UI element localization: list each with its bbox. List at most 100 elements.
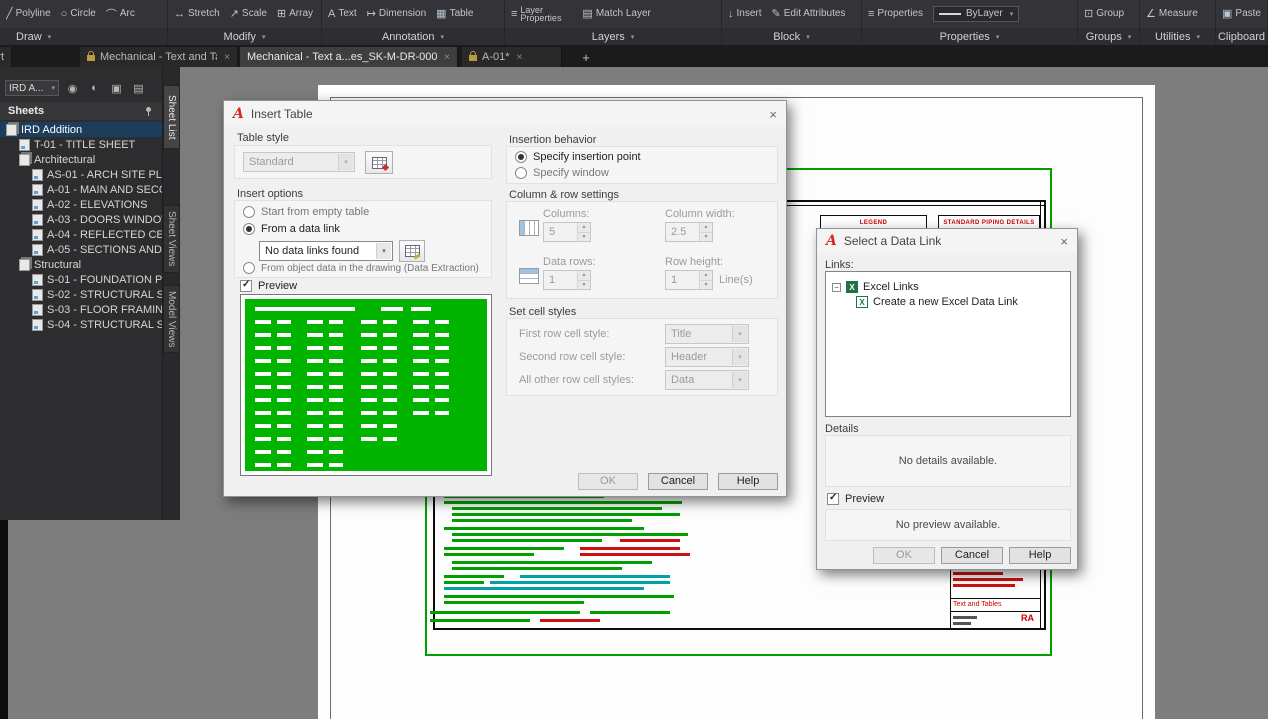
side-tab-sheet-list[interactable]: Sheet List	[163, 85, 180, 149]
ribbon-tool-table[interactable]: ▦ Table	[436, 7, 473, 20]
excel-links-node[interactable]: − X Excel Links	[832, 280, 1066, 294]
tree-item[interactable]: Structural	[0, 257, 162, 272]
spin-down-icon[interactable]: ▼	[578, 232, 590, 241]
ribbon-tool-edit-attributes[interactable]: ✎ Edit Attributes	[772, 7, 846, 20]
columns-stepper[interactable]: 5 ▲ ▼	[543, 222, 591, 242]
spin-down-icon[interactable]: ▼	[578, 280, 590, 289]
ribbon-tool-dimension[interactable]: ↦ Dimension	[367, 7, 426, 20]
tree-item[interactable]: S-03 - FLOOR FRAMING PLAN	[0, 302, 162, 317]
launch-data-link-manager-button[interactable]	[399, 240, 425, 262]
ribbon-panel-label-draw[interactable]: Draw ▾	[0, 29, 167, 44]
ribbon-tool-text[interactable]: A Text	[328, 8, 357, 20]
file-tab[interactable]: A-01* ×	[462, 47, 562, 67]
tree-item[interactable]: A-02 - ELEVATIONS	[0, 197, 162, 212]
help-button[interactable]: Help	[1009, 547, 1071, 564]
radio-from-data-link[interactable]: From a data link	[243, 223, 340, 235]
ok-button[interactable]: OK	[873, 547, 935, 564]
close-icon[interactable]: ×	[769, 107, 777, 122]
sheet-set-selector[interactable]: IRD A... ▾	[5, 80, 59, 96]
ok-button[interactable]: OK	[578, 473, 638, 490]
second-row-style-select[interactable]: Header ▾	[665, 347, 749, 367]
help-button[interactable]: Help	[718, 473, 778, 490]
ribbon-tool-stretch[interactable]: ↔ Stretch	[174, 8, 220, 20]
ssm-refresh-icon[interactable]: ◉	[64, 80, 81, 96]
cancel-button[interactable]: Cancel	[648, 473, 708, 490]
dialog-titlebar[interactable]: A Insert Table ×	[224, 101, 786, 127]
ribbon-tool-match-layer[interactable]: ▤ Match Layer	[582, 7, 650, 20]
ribbon-tool-group[interactable]: ⊡ Group	[1084, 7, 1124, 20]
ssm-publish-icon[interactable]: ▣	[108, 80, 125, 96]
column-width-stepper[interactable]: 2.5 ▲ ▼	[665, 222, 713, 242]
ribbon-panel-label-clipboard[interactable]: Clipboard	[1216, 29, 1267, 44]
ssm-options-icon[interactable]: ▤	[130, 80, 147, 96]
radio-specify-window[interactable]: Specify window	[515, 167, 609, 179]
ribbon-tool-polyline[interactable]: ╱ Polyline	[6, 7, 51, 20]
spin-down-icon[interactable]: ▼	[700, 280, 712, 289]
close-icon[interactable]: ×	[1060, 234, 1068, 249]
ribbon-panel-label-utilities[interactable]: Utilities ▾	[1140, 29, 1215, 44]
spin-up-icon[interactable]: ▲	[578, 223, 590, 233]
tree-item[interactable]: S-01 - FOUNDATION PLAN	[0, 272, 162, 287]
preview-checkbox[interactable]: Preview	[827, 492, 884, 505]
tree-item[interactable]: A-01 - MAIN AND SECOND	[0, 182, 162, 197]
tree-item[interactable]: AS-01 - ARCH SITE PLAN	[0, 167, 162, 182]
create-excel-link-node[interactable]: X Create a new Excel Data Link	[832, 295, 1066, 309]
file-tab[interactable]: Mechanical - Text a...es_SK-M-DR-0001-RA…	[240, 47, 458, 67]
launch-table-style-dialog-button[interactable]	[365, 151, 393, 174]
ribbon-panel-label-properties[interactable]: Properties ▾	[862, 29, 1077, 44]
ribbon-panel-label-annotation[interactable]: Annotation ▾	[322, 29, 504, 44]
dialog-titlebar[interactable]: A Select a Data Link ×	[817, 229, 1077, 253]
spin-down-icon[interactable]: ▼	[700, 232, 712, 241]
ribbon-tool-arc[interactable]: ⌒ Arc	[106, 6, 135, 22]
note-line	[520, 575, 670, 578]
spin-up-icon[interactable]: ▲	[700, 223, 712, 233]
close-tab-icon[interactable]: ×	[517, 52, 523, 63]
ribbon-tool-bylayer[interactable]: ByLayer ▾	[933, 5, 1020, 22]
radio-insertion-point[interactable]: Specify insertion point	[515, 151, 641, 163]
ribbon-panel-label-layers[interactable]: Layers ▾	[505, 29, 721, 44]
ribbon-tool-array[interactable]: ⊞ Array	[277, 7, 313, 20]
ribbon-panel-label-block[interactable]: Block ▾	[722, 29, 861, 44]
ribbon-tool-insert[interactable]: ↓ Insert	[728, 8, 762, 20]
cancel-button[interactable]: Cancel	[941, 547, 1003, 564]
file-tab[interactable]: Mechanical - Text and Tables* ×	[80, 47, 238, 67]
tree-item[interactable]: T-01 - TITLE SHEET	[0, 137, 162, 152]
ribbon-tool-properties[interactable]: ≡ Properties	[868, 8, 923, 20]
ssm-eye-icon[interactable]: ◐	[86, 80, 103, 96]
ribbon-panel-label-groups[interactable]: Groups ▾	[1078, 29, 1139, 44]
preview-cell-bar	[255, 424, 271, 428]
sheet-set-manager: IRD A... ▾ ◉ ◐ ▣ ▤ Sheets IRD Addition T-…	[0, 67, 163, 520]
preview-checkbox[interactable]: Preview	[240, 279, 297, 292]
data-rows-stepper[interactable]: 1 ▲ ▼	[543, 270, 591, 290]
file-tab[interactable]: Start	[0, 47, 12, 67]
ribbon-tool-paste[interactable]: ▣ Paste	[1222, 7, 1261, 20]
tree-item[interactable]: S-02 - STRUCTURAL SECTIONS	[0, 287, 162, 302]
tree-item[interactable]: A-04 - REFLECTED CEILING	[0, 227, 162, 242]
tree-item[interactable]: IRD Addition	[0, 122, 162, 137]
tree-item[interactable]: A-03 - DOORS WINDOWS	[0, 212, 162, 227]
new-tab-button[interactable]: +	[576, 47, 596, 67]
radio-from-object-data[interactable]: From object data in the drawing (Data Ex…	[243, 262, 479, 274]
tree-item[interactable]: S-04 - STRUCTURAL SECTIONS	[0, 317, 162, 332]
spin-up-icon[interactable]: ▲	[578, 271, 590, 281]
ribbon-panel-label-modify[interactable]: Modify ▾	[168, 29, 321, 44]
collapse-icon[interactable]: −	[832, 282, 841, 292]
spin-up-icon[interactable]: ▲	[700, 271, 712, 281]
side-tab-sheet-views[interactable]: Sheet Views	[163, 205, 180, 273]
data-link-select[interactable]: No data links found ▾	[259, 241, 393, 261]
tree-item[interactable]: A-05 - SECTIONS AND DETAILS	[0, 242, 162, 257]
tree-item[interactable]: Architectural	[0, 152, 162, 167]
other-rows-style-select[interactable]: Data ▾	[665, 370, 749, 390]
side-tab-model-views[interactable]: Model Views	[163, 285, 180, 353]
ribbon-tool-circle[interactable]: ○ Circle	[61, 8, 96, 20]
close-tab-icon[interactable]: ×	[444, 52, 450, 63]
ribbon-tool-layer-properties[interactable]: ≡ Layer Properties	[511, 5, 572, 22]
ribbon-tool-scale[interactable]: ↗ Scale	[230, 7, 267, 20]
row-height-stepper[interactable]: 1 ▲ ▼	[665, 270, 713, 290]
close-tab-icon[interactable]: ×	[224, 52, 230, 63]
pin-icon[interactable]	[144, 106, 154, 116]
radio-start-empty[interactable]: Start from empty table	[243, 206, 369, 218]
ribbon-tool-measure[interactable]: ∠ Measure	[1146, 7, 1198, 20]
first-row-style-select[interactable]: Title ▾	[665, 324, 749, 344]
table-style-select[interactable]: Standard ▾	[243, 152, 355, 172]
